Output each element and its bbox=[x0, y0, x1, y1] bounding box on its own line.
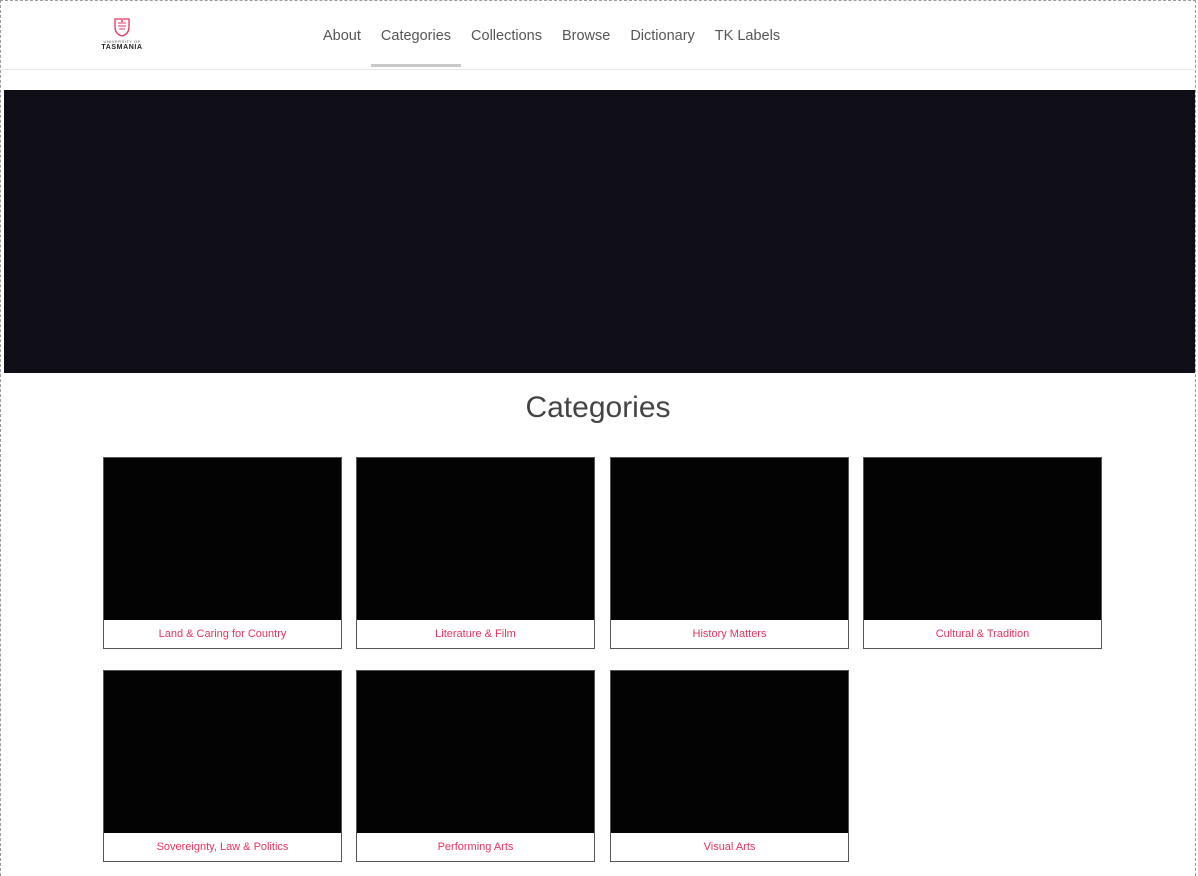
logo-main-text: TASMANIA bbox=[101, 44, 143, 51]
nav-item-dictionary[interactable]: Dictionary bbox=[620, 25, 704, 69]
category-card-history[interactable]: History Matters bbox=[610, 457, 849, 649]
category-card-literature[interactable]: Literature & Film bbox=[356, 457, 595, 649]
category-label: Literature & Film bbox=[435, 628, 516, 640]
crest-icon bbox=[114, 18, 130, 37]
category-label: Cultural & Tradition bbox=[935, 628, 1030, 640]
site-header: UNIVERSITY OF TASMANIA About Categories … bbox=[1, 1, 1195, 70]
category-card-sovereignty[interactable]: Sovereignty, Law & Politics bbox=[103, 670, 342, 862]
category-image bbox=[611, 458, 848, 620]
category-label: Sovereignty, Law & Politics bbox=[156, 841, 289, 853]
category-image bbox=[864, 458, 1101, 620]
category-image bbox=[357, 671, 594, 833]
category-image bbox=[611, 671, 848, 833]
university-logo[interactable]: UNIVERSITY OF TASMANIA bbox=[93, 17, 151, 59]
hero-banner bbox=[4, 90, 1195, 373]
category-label: Performing Arts bbox=[437, 841, 514, 853]
category-label: Visual Arts bbox=[703, 841, 756, 853]
page: UNIVERSITY OF TASMANIA About Categories … bbox=[0, 0, 1196, 876]
nav-item-categories[interactable]: Categories bbox=[370, 25, 462, 69]
category-card-performing-arts[interactable]: Performing Arts bbox=[356, 670, 595, 862]
category-image bbox=[104, 671, 341, 833]
category-card-cultural[interactable]: Cultural & Tradition bbox=[863, 457, 1102, 649]
category-image bbox=[357, 458, 594, 620]
category-card-land[interactable]: Land & Caring for Country bbox=[103, 457, 342, 649]
nav-item-about[interactable]: About bbox=[313, 25, 371, 69]
nav-item-collections[interactable]: Collections bbox=[461, 25, 552, 69]
nav-item-tk-labels[interactable]: TK Labels bbox=[705, 25, 790, 69]
category-label: History Matters bbox=[692, 628, 767, 640]
category-label: Land & Caring for Country bbox=[158, 628, 287, 640]
category-image bbox=[104, 458, 341, 620]
page-title: Categories bbox=[525, 391, 671, 424]
category-card-visual-arts[interactable]: Visual Arts bbox=[610, 670, 849, 862]
nav-item-browse[interactable]: Browse bbox=[552, 25, 620, 69]
main-nav: About Categories Collections Browse Dict… bbox=[313, 25, 790, 69]
